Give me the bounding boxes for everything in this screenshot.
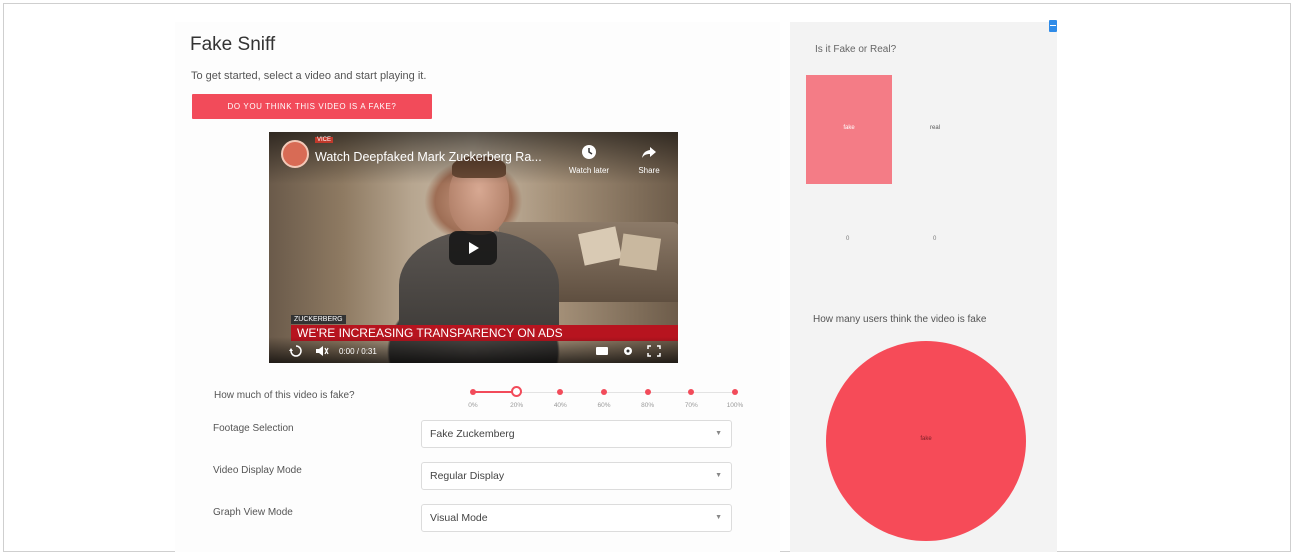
graph-view-mode-label: Graph View Mode [213,507,293,518]
video-frame-pillow [618,233,662,271]
fullscreen-icon[interactable] [647,345,661,357]
watch-later-label: Watch later [568,166,610,175]
chevron-down-icon: ▼ [715,472,722,479]
pie-label-fake: fake [920,436,932,442]
channel-avatar[interactable] [281,140,309,168]
share-button[interactable]: Share [629,144,669,175]
video-controls: 0:00 / 0:31 [269,337,678,363]
slider-stop[interactable] [732,389,738,395]
page-subtitle: To get started, select a video and start… [191,70,427,82]
clock-icon [582,145,596,159]
fake-vote-button[interactable]: DO YOU THINK THIS VIDEO IS A FAKE? [192,94,432,119]
chevron-down-icon: ▼ [715,514,722,521]
slider-handle[interactable] [510,386,522,397]
captions-icon[interactable] [595,345,609,357]
video-display-mode-select[interactable]: Regular Display ▼ [421,462,732,490]
slider-stop[interactable] [644,389,651,395]
footage-selection-select[interactable]: Fake Zuckemberg ▼ [421,420,732,448]
bar-label-real: real [929,125,940,131]
video-display-mode-value: Regular Display [430,470,505,482]
slider-tick-label: 60% [597,402,611,409]
bar-axis-value: 0 [933,236,937,242]
settings-gear-icon[interactable] [621,345,635,357]
slider-tick-label: 20% [510,402,524,409]
channel-badge: VICE [315,137,334,143]
footage-selection-label: Footage Selection [213,423,294,434]
play-icon [469,242,479,254]
bar-label-fake: fake [843,125,855,131]
watch-later-button[interactable]: Watch later [564,144,614,175]
bookmark-icon[interactable] [1049,20,1057,32]
graph-view-mode-select[interactable]: Visual Mode ▼ [421,504,732,532]
slider-tick-label: 0% [468,402,478,409]
share-icon [642,147,656,158]
slider-stop[interactable] [470,389,476,395]
video-title[interactable]: Watch Deepfaked Mark Zuckerberg Ra... [315,150,542,164]
lower-third-name: ZUCKERBERG [291,315,346,324]
volume-icon[interactable] [315,345,329,357]
fake-or-real-title: Is it Fake or Real? [815,44,897,55]
play-button[interactable] [449,231,497,265]
replay-icon[interactable] [289,345,303,357]
share-label: Share [638,166,660,175]
page-title: Fake Sniff [190,34,276,55]
slider-tick-label: 100% [726,402,744,409]
bar-axis-value: 0 [846,236,850,242]
video-player[interactable]: VICE Watch Deepfaked Mark Zuckerberg Ra.… [269,132,678,363]
video-display-mode-label: Video Display Mode [213,465,302,476]
slider-tick-label: 80% [641,402,655,409]
chevron-down-icon: ▼ [715,430,722,437]
fake-amount-label: How much of this video is fake? [214,390,355,401]
video-time: 0:00 / 0:31 [339,347,377,356]
slider-stop[interactable] [688,389,695,395]
fake-amount-slider[interactable]: 0% 20% 40% 60% 80% 70% 100% [468,384,745,416]
slider-tick-label: 70% [684,402,698,409]
pie-chart-title: How many users think the video is fake [813,314,987,325]
slider-stop[interactable] [557,389,564,395]
slider-tick-label: 40% [553,402,567,409]
graph-view-mode-value: Visual Mode [430,512,488,524]
slider-stop[interactable] [601,389,607,395]
footage-selection-value: Fake Zuckemberg [430,428,515,440]
